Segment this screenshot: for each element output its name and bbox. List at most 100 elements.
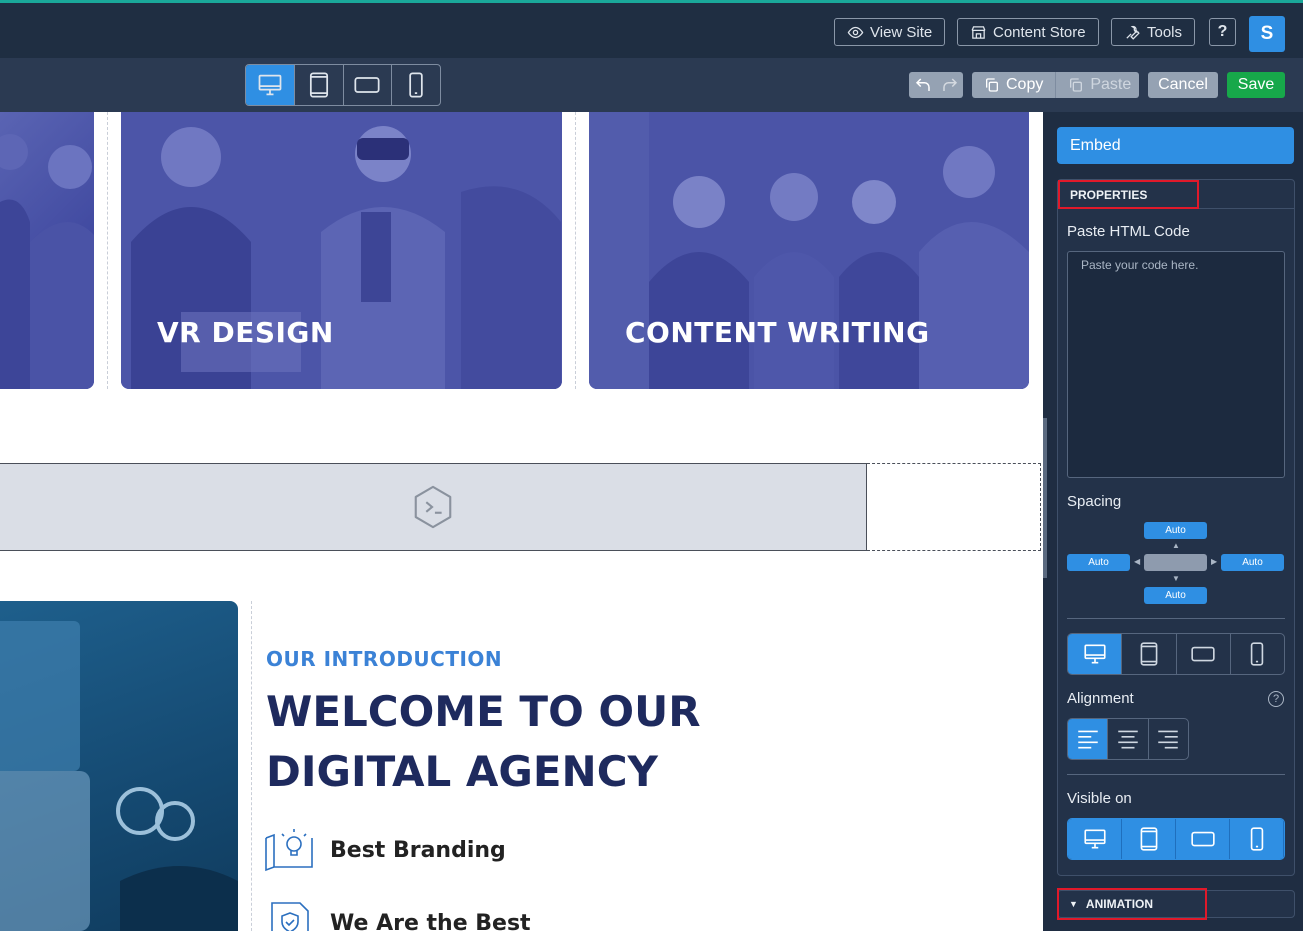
divider xyxy=(1067,774,1285,775)
visible-desktop-toggle[interactable] xyxy=(1068,819,1122,859)
column-divider xyxy=(575,112,576,389)
tab-properties[interactable]: PROPERTIES xyxy=(1058,180,1199,209)
paste-icon xyxy=(1070,78,1083,92)
page-builder: View Site Content Store Tools ? S Copy P… xyxy=(0,0,1303,931)
history-controls xyxy=(909,72,963,98)
tablet-icon xyxy=(1140,642,1158,666)
tablet-landscape-icon xyxy=(1190,831,1215,847)
tablet-icon xyxy=(1140,827,1157,851)
visible-tablet-toggle[interactable] xyxy=(1122,819,1176,859)
spacing-center-box xyxy=(1144,554,1207,571)
tablet-landscape-icon xyxy=(1191,646,1215,662)
device-tablet-button[interactable] xyxy=(295,65,344,105)
spacing-left-input[interactable]: Auto xyxy=(1067,554,1130,571)
arrow-down-icon: ▼ xyxy=(1172,574,1180,583)
device-mobile-button[interactable] xyxy=(392,65,440,105)
tablet-icon xyxy=(309,72,328,98)
service-card-1[interactable] xyxy=(0,112,94,389)
column-divider xyxy=(107,112,108,389)
redo-icon xyxy=(942,78,957,91)
visible-mobile-toggle[interactable] xyxy=(1230,819,1284,859)
visibility-toggles xyxy=(1067,818,1285,860)
wrench-icon xyxy=(1126,25,1140,40)
user-avatar[interactable]: S xyxy=(1249,16,1285,52)
desktop-icon xyxy=(1084,644,1106,664)
arrow-left-icon: ◀ xyxy=(1134,557,1141,566)
alignment-device-desktop[interactable] xyxy=(1068,634,1123,674)
column-divider xyxy=(251,601,252,931)
alignment-buttons xyxy=(1067,718,1189,760)
top-bar: View Site Content Store Tools ? S xyxy=(0,0,1303,58)
tab-animation[interactable]: ▼ ANIMATION xyxy=(1057,888,1207,920)
feature-label: Best Branding xyxy=(330,837,506,863)
device-tablet-landscape-button[interactable] xyxy=(344,65,393,105)
device-desktop-button[interactable] xyxy=(246,65,295,105)
paste-label: Paste xyxy=(1090,76,1132,93)
code-terminal-icon xyxy=(414,485,452,529)
service-card-vr-design[interactable]: VR DESIGN xyxy=(121,112,562,389)
intro-image xyxy=(0,601,238,931)
device-switcher xyxy=(245,64,441,106)
align-center-icon xyxy=(1118,730,1138,749)
alignment-device-tablet-landscape[interactable] xyxy=(1177,634,1231,674)
embed-code-block[interactable] xyxy=(0,463,867,551)
shield-document-icon xyxy=(271,902,309,931)
service-card-content-writing[interactable]: CONTENT WRITING xyxy=(589,112,1029,389)
align-left-icon xyxy=(1077,730,1098,749)
copy-label: Copy xyxy=(1006,76,1044,93)
animation-tab-label: ANIMATION xyxy=(1085,897,1154,911)
arrow-up-icon: ▲ xyxy=(1172,541,1180,550)
tools-label: Tools xyxy=(1147,23,1183,41)
properties-panel: Embed PROPERTIES Paste HTML Code Paste y… xyxy=(1047,112,1303,931)
lightbulb-blueprint-icon xyxy=(265,829,313,872)
spacing-top-input[interactable]: Auto xyxy=(1144,522,1207,539)
intro-title: WELCOME TO OUR DIGITAL AGENCY xyxy=(266,687,701,796)
view-site-label: View Site xyxy=(870,23,933,41)
redo-button[interactable] xyxy=(936,72,963,98)
align-left-button[interactable] xyxy=(1068,719,1109,759)
alignment-label: Alignment xyxy=(1067,690,1134,707)
store-icon xyxy=(971,25,986,39)
save-button[interactable]: Save xyxy=(1227,72,1285,98)
desktop-icon xyxy=(258,74,282,96)
copy-button[interactable]: Copy xyxy=(972,72,1055,98)
mobile-icon xyxy=(1251,642,1264,666)
content-store-button[interactable]: Content Store xyxy=(957,18,1099,46)
visible-tablet-landscape-toggle[interactable] xyxy=(1176,819,1230,859)
undo-button[interactable] xyxy=(909,72,936,98)
tools-button[interactable]: Tools xyxy=(1111,18,1196,46)
alignment-device-switcher xyxy=(1067,633,1285,675)
embed-drop-zone[interactable] xyxy=(867,463,1041,551)
spacing-right-input[interactable]: Auto xyxy=(1221,554,1284,571)
feature-item[interactable]: Best Branding xyxy=(264,824,506,876)
align-right-icon xyxy=(1158,730,1179,749)
spacing-bottom-input[interactable]: Auto xyxy=(1144,587,1207,604)
alignment-device-mobile[interactable] xyxy=(1231,634,1284,674)
paste-button[interactable]: Paste xyxy=(1055,72,1143,98)
align-right-button[interactable] xyxy=(1149,719,1188,759)
tablet-landscape-icon xyxy=(354,77,380,93)
divider xyxy=(1067,618,1285,619)
feature-item[interactable]: We Are the Best xyxy=(264,897,531,931)
tab-bar-filler xyxy=(1199,180,1294,209)
align-center-button[interactable] xyxy=(1108,719,1149,759)
alignment-help-icon[interactable]: ? xyxy=(1268,691,1284,707)
copy-icon xyxy=(986,78,998,92)
cancel-button[interactable]: Cancel xyxy=(1148,72,1218,98)
help-button[interactable]: ? xyxy=(1209,18,1236,46)
visible-on-label: Visible on xyxy=(1067,790,1132,807)
desktop-icon xyxy=(1083,829,1106,849)
team-photo xyxy=(0,134,94,389)
view-site-button[interactable]: View Site xyxy=(834,18,946,46)
undo-icon xyxy=(915,78,930,91)
clipboard-controls: Copy Paste xyxy=(972,72,1139,98)
html-code-input[interactable]: Paste your code here. xyxy=(1067,251,1285,478)
workspace-photo xyxy=(0,621,238,931)
alignment-device-tablet[interactable] xyxy=(1122,634,1177,674)
intro-kicker: OUR INTRODUCTION xyxy=(266,647,503,671)
element-type-header[interactable]: Embed xyxy=(1057,127,1294,164)
content-store-label: Content Store xyxy=(993,23,1086,41)
editor-canvas[interactable]: VR DESIGN CONTENT WRITING OUR INTRODUCTI… xyxy=(0,112,1043,931)
mobile-icon xyxy=(409,72,423,98)
editor-toolbar: Copy Paste Cancel Save xyxy=(0,58,1303,112)
